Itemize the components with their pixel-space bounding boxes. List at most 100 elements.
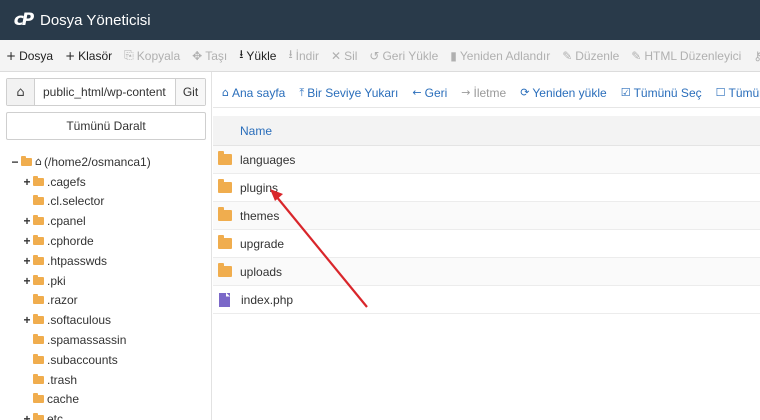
tree-item-home2-osmanca1[interactable]: − ⌂ (/home2/osmanca1): [10, 152, 210, 172]
nav-ana-sayfa-button[interactable]: ⌂ Ana sayfa: [222, 86, 285, 100]
toolbar-klas-r-button[interactable]: + Klasör: [65, 49, 112, 63]
expand-icon[interactable]: +: [22, 313, 32, 327]
nav-geri-button[interactable]: ← Geri: [412, 86, 447, 100]
tree-item-label: .htpasswds: [47, 253, 108, 268]
tree-item-cphorde[interactable]: + .cphorde: [10, 231, 210, 251]
column-header-name[interactable]: Name: [213, 116, 760, 146]
tree-item-subaccounts[interactable]: .subaccounts: [10, 350, 210, 370]
file-row-languages[interactable]: languages: [213, 146, 760, 174]
toolbar-dosya-button[interactable]: + Dosya: [6, 49, 53, 63]
nav-bir-seviye-yukar-icon: ⤒: [299, 85, 305, 99]
toolbar-i-zinler-button[interactable]: ⚷İzinler: [753, 49, 760, 63]
file-list: languages plugins themes upgrade uploads inde…: [213, 146, 760, 314]
collapse-icon[interactable]: −: [10, 155, 20, 169]
tree-item-cl-selector[interactable]: .cl.selector: [10, 192, 210, 212]
toolbar-label: Sil: [344, 48, 358, 63]
folder-icon: [33, 413, 44, 420]
expand-icon[interactable]: +: [22, 274, 32, 288]
cpanel-logo-icon: cP: [13, 10, 35, 30]
toolbar-ta-button[interactable]: ✥ Taşı: [192, 49, 227, 63]
file-row-themes[interactable]: themes: [213, 202, 760, 230]
folder-icon: [33, 314, 44, 325]
folder-icon: [33, 334, 44, 345]
tree-item-label: .cpanel: [47, 214, 86, 229]
file-name: plugins: [240, 180, 279, 195]
file-name: uploads: [240, 264, 283, 279]
collapse-all-button[interactable]: Tümünü Daralt: [6, 112, 206, 140]
home-icon[interactable]: ⌂: [7, 79, 35, 105]
folder-icon: [33, 215, 44, 226]
tree-item-label: cache: [47, 392, 80, 407]
toolbar-d-zenle-button[interactable]: ✎ Düzenle: [562, 49, 619, 63]
tree-item-label: etc: [47, 412, 64, 420]
nav-t-m-n-se-icon: ☑: [620, 86, 631, 99]
expand-icon[interactable]: +: [22, 214, 32, 228]
tree-item-spamassassin[interactable]: .spamassassin: [10, 330, 210, 350]
nav-bir-seviye-yukar-button[interactable]: ⤒ Bir Seviye Yukarı: [299, 86, 398, 100]
toolbar-html-d-zenleyici-button[interactable]: ✎ HTML Düzenleyici: [631, 49, 741, 63]
nav-t-m-n-se-button[interactable]: ☑ Tümünü Seç: [621, 86, 702, 100]
toolbar-label: Dosya: [19, 48, 54, 63]
toolbar-yeniden-adland-r-icon: ▮: [450, 48, 457, 63]
tree-item-etc[interactable]: + etc: [10, 409, 210, 420]
tree-item-label: .subaccounts: [47, 352, 118, 367]
tree-item-label: .cl.selector: [47, 194, 105, 209]
file-row-plugins[interactable]: plugins: [213, 174, 760, 202]
path-input[interactable]: public_html/wp-content: [35, 79, 175, 105]
expand-icon[interactable]: +: [22, 412, 32, 420]
go-button[interactable]: Git: [175, 79, 205, 105]
file-row-upgrade[interactable]: upgrade: [213, 230, 760, 258]
nav-t-m-n-n-se-imini-kald-r-button[interactable]: ☐Tümünün Seçimini Kaldır: [716, 86, 760, 100]
toolbar-y-kle-icon: ⭳: [239, 47, 244, 61]
folder-icon: [33, 373, 44, 384]
tree-item-htpasswds[interactable]: + .htpasswds: [10, 251, 210, 271]
tree-item-label: .cagefs: [47, 174, 86, 189]
folder-icon: [218, 151, 232, 165]
folder-icon: [33, 393, 44, 404]
toolbar-y-kle-button[interactable]: ⭳ Yükle: [239, 45, 276, 66]
toolbar-i-ndir-button[interactable]: ⭳ İndir: [288, 45, 319, 66]
folder-icon: [218, 207, 232, 221]
file-name: upgrade: [240, 236, 285, 251]
nav-i-letme-button[interactable]: → İletme: [461, 86, 506, 100]
home-icon: ⌂: [35, 155, 42, 169]
folder-icon: [33, 195, 44, 206]
expand-icon[interactable]: +: [22, 234, 32, 248]
nav-i-letme-icon: →: [461, 86, 471, 99]
tree-item-cpanel[interactable]: + .cpanel: [10, 211, 210, 231]
toolbar-label: Düzenle: [575, 48, 620, 63]
toolbar-label: Taşı: [205, 48, 228, 63]
nav-t-m-n-n-se-imini-kald-r-icon: ☐: [715, 86, 726, 99]
nav-yeniden-y-kle-button[interactable]: ⟳ Yeniden yükle: [520, 86, 607, 100]
file-row-index-php[interactable]: index.php: [213, 286, 760, 314]
tree-item-pki[interactable]: + .pki: [10, 271, 210, 291]
tree-item-trash[interactable]: .trash: [10, 370, 210, 390]
folder-icon: [218, 235, 232, 249]
tree-item-cagefs[interactable]: + .cagefs: [10, 172, 210, 192]
toolbar-kopyala-button[interactable]: ⎘ Kopyala: [124, 48, 180, 63]
tree-item-razor[interactable]: .razor: [10, 291, 210, 311]
tree-item-label: .trash: [47, 372, 78, 387]
nav-label: İletme: [473, 85, 507, 100]
tree-item-cache[interactable]: cache: [10, 390, 210, 410]
tree-item-softaculous[interactable]: + .softaculous: [10, 310, 210, 330]
php-file-icon: [219, 292, 230, 307]
right-panel: ⌂ Ana sayfa ⤒ Bir Seviye Yukarı ← Geri → İletme…: [213, 72, 760, 420]
toolbar: + Dosya + Klasör ⎘ Kopyala ✥ Taşı ⭳ Yükle ⭳ İndir ✕ S…: [0, 40, 760, 72]
nav-label: Ana sayfa: [231, 85, 286, 100]
toolbar-kopyala-icon: ⎘: [124, 48, 134, 62]
toolbar-yeniden-adland-r-button[interactable]: ▮ Yeniden Adlandır: [450, 49, 550, 63]
nav-label: Tümünün Seçimini Kaldır: [728, 85, 760, 100]
toolbar-sil-button[interactable]: ✕ Sil: [331, 49, 357, 63]
toolbar-sil-icon: ✕: [331, 48, 342, 63]
file-name: index.php: [241, 292, 294, 307]
expand-icon[interactable]: +: [22, 175, 32, 189]
expand-icon[interactable]: +: [22, 254, 32, 268]
toolbar-label: İndir: [295, 48, 319, 63]
nav-yeniden-y-kle-icon: ⟳: [520, 86, 530, 99]
tree-item-label: .razor: [47, 293, 78, 308]
toolbar-label: Geri Yükle: [382, 48, 439, 63]
file-row-uploads[interactable]: uploads: [213, 258, 760, 286]
toolbar-geri-y-kle-button[interactable]: ↺ Geri Yükle: [369, 49, 438, 63]
toolbar-i-zinler-icon: ⚷: [753, 49, 760, 63]
